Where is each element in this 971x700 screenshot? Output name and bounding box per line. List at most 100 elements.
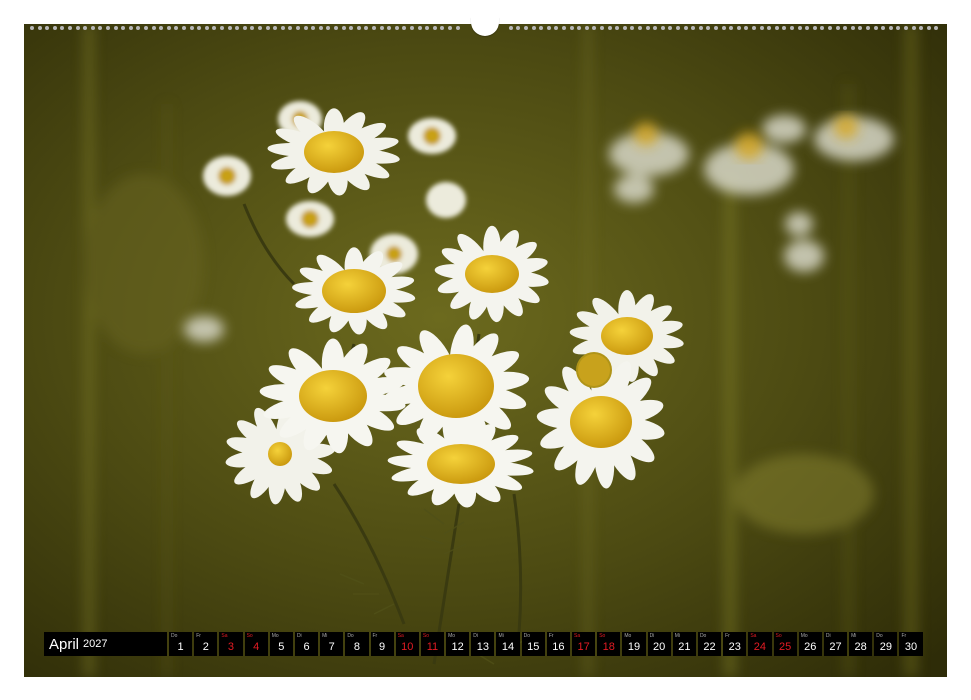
calendar-day: Mi 7: [320, 632, 344, 656]
binding-loop: [881, 26, 886, 30]
binding-loop: [714, 26, 718, 30]
binding-loop: [896, 26, 901, 30]
binding-loop: [372, 26, 376, 30]
binding-loop: [455, 26, 460, 30]
binding-loop: [440, 26, 445, 30]
binding-loop: [288, 26, 293, 30]
binding-loop: [797, 26, 802, 30]
day-number: 1: [177, 641, 184, 653]
binding-loop: [189, 26, 194, 30]
calendar-day: Do 8: [345, 632, 369, 656]
binding-loop: [68, 26, 72, 30]
weekday-label: Fr: [548, 633, 554, 639]
day-number: 30: [904, 641, 918, 653]
day-number: 2: [202, 641, 209, 653]
binding-loop: [706, 26, 711, 30]
binding-loop: [227, 26, 232, 30]
binding-loop: [911, 26, 916, 30]
binding-loop: [311, 26, 316, 30]
day-number: 29: [879, 641, 892, 653]
binding-loop: [539, 26, 544, 30]
calendar-day: Fr 30: [899, 632, 923, 656]
binding-loop: [166, 26, 171, 30]
binding-loop: [835, 26, 840, 30]
binding-loop: [698, 26, 703, 30]
day-number: 10: [401, 641, 414, 653]
binding-loop: [584, 26, 589, 30]
day-number: 15: [527, 641, 540, 653]
binding-loop: [729, 26, 734, 30]
day-number: 4: [253, 641, 260, 653]
day-number: 9: [379, 641, 386, 653]
binding-loop: [888, 26, 893, 30]
day-number: 18: [602, 641, 615, 653]
weekday-label: So: [422, 633, 429, 639]
binding-loop: [417, 26, 422, 30]
binding-loop: [212, 26, 217, 30]
binding-loop: [364, 26, 369, 30]
binding-loop: [258, 26, 262, 30]
binding-loop: [721, 26, 726, 30]
binding-loop: [52, 26, 57, 30]
binding-loop: [113, 26, 118, 30]
day-number: 6: [303, 641, 310, 653]
binding-loop: [577, 26, 582, 30]
binding-loop: [402, 26, 407, 30]
calendar-day: So 18: [597, 632, 621, 656]
calendar-day: Do 1: [169, 632, 193, 656]
binding-loop: [30, 26, 34, 30]
calendar-day: Sa 10: [395, 632, 419, 656]
binding-loop: [128, 26, 133, 30]
binding-loop: [273, 26, 278, 30]
binding-loop: [121, 26, 126, 30]
calendar-day: Fr 2: [194, 632, 218, 656]
binding-loop: [387, 26, 392, 30]
binding-loop: [516, 26, 521, 30]
calendar-day: So 11: [420, 632, 445, 656]
binding-loop: [349, 26, 354, 30]
calendar-day: Mo 5: [269, 632, 293, 656]
weekday-label: Fr: [372, 633, 378, 639]
binding-loop: [508, 26, 513, 30]
weekday-label: Mo: [624, 633, 632, 639]
calendar-day: Mi 14: [496, 632, 520, 656]
day-number: 17: [577, 641, 590, 653]
binding-loop: [668, 26, 673, 30]
binding-loop: [592, 26, 597, 30]
binding-loop: [83, 26, 88, 30]
binding-loop: [159, 26, 164, 30]
binding-loop: [790, 26, 794, 30]
day-number: 12: [451, 641, 464, 653]
month-name: April: [49, 635, 80, 653]
binding-loop: [653, 26, 658, 30]
binding-loop: [60, 26, 65, 30]
weekday-label: Fr: [196, 633, 201, 639]
weekday-label: Mo: [800, 633, 808, 639]
binding-loop: [615, 26, 620, 30]
binding-loop: [235, 26, 240, 30]
year-label: 2027: [83, 638, 108, 650]
weekday-label: So: [775, 633, 782, 639]
calendar-day: Di 20: [647, 632, 671, 656]
binding-loop: [448, 26, 452, 30]
binding-loop: [873, 26, 878, 30]
binding-loop: [334, 26, 338, 30]
binding-loop: [524, 26, 528, 30]
binding-loop: [182, 26, 186, 30]
binding-loop: [630, 26, 635, 30]
binding-loop: [828, 26, 832, 30]
calendar-day: Mo 12: [446, 632, 470, 656]
weekday-label: Di: [473, 633, 478, 639]
chamomile-photo: [24, 24, 947, 677]
calendar-strip: April 2027 Do 1 Fr 2 Sa 3 So 4 Mo 5 Di 6 Mi 7 Do 8 Fr 9 Sa…: [44, 632, 928, 656]
calendar-day: Di 13: [471, 632, 495, 656]
binding-loop: [303, 26, 308, 30]
day-number: 28: [854, 641, 867, 653]
binding-loop: [562, 26, 566, 30]
day-number: 25: [778, 641, 792, 653]
binding-loop: [318, 26, 323, 30]
calendar-day: Sa 24: [748, 632, 772, 656]
calendar-day: Sa 3: [219, 632, 243, 656]
binding-loop: [554, 26, 559, 30]
weekday-label: Di: [649, 633, 655, 639]
